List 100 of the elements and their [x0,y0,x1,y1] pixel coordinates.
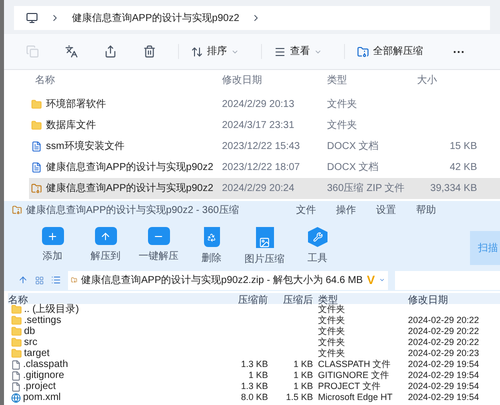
file-name: target [24,348,50,359]
type-cell-text: Microsoft Edge HT [317,392,394,403]
date-cell-text: 2024-02-29 20:22 [407,326,480,337]
list-icon [51,275,61,285]
file-name: .project [23,381,56,392]
type-cell-text: 文件夹 [317,304,346,315]
file-name: 健康信息查询APP的设计与实现p90z2 [46,160,214,175]
file-row[interactable]: 数据库文件 2024/3/17 23:31 文件夹 [29,115,500,136]
tool-button[interactable]: 删除 [185,227,238,266]
tool-button[interactable]: 图片压缩 [238,227,291,267]
date-cell-text: 2024-02-29 19:54 [407,392,480,403]
file-name: .classpath [23,359,68,370]
path-field[interactable]: 健康信息查询APP的设计与实现p90z2.zip - 解包大小为 64.6 MB V [68,270,388,290]
file-row[interactable]: 健康信息查询APP的设计与实现p90z2 2023/12/22 18:07 DOCX 文档 42 KB [29,157,500,178]
file-row[interactable]: 环境部署软件 2024/2/29 20:13 文件夹 [29,94,500,115]
image-icon [256,227,274,248]
folder-upload-icon [94,227,116,245]
tool-button[interactable]: 解压到 [79,227,132,264]
file-name: pom.xml [23,392,61,403]
file-name: ssm环境安装文件 [46,140,124,154]
folder-minus-icon [148,227,170,245]
folder-icon [11,326,22,337]
tool-button[interactable]: 一键解压 [132,227,185,264]
file-icon [11,370,21,380]
size-cell-text: 42 KB [448,161,477,175]
type-cell-text: CLASSPATH 文件 [317,359,392,370]
file-name: 健康信息查询APP的设计与实现p90z2 [46,182,214,196]
type-cell-text: PROJECT 文件 [317,381,382,392]
archive-row[interactable]: .classpath 1.3 KB 1 KB CLASSPATH 文件 2024-02-29 19:54 [8,359,500,370]
archive-row[interactable]: src 文件夹 2024-02-29 20:22 [8,337,500,348]
type-cell-text: 文件夹 [327,118,358,133]
search-field[interactable] [395,270,500,290]
copy-icon [26,45,39,58]
toolbar-button[interactable]: 查看 [261,44,326,59]
file-row[interactable]: 健康信息查询APP的设计与实现p90z2 2024/2/29 20:24 360压缩 ZIP 文件 39,334 KB [29,178,500,199]
size-cell-text: 15 KB [448,140,477,154]
date-cell-text: 2024-02-29 20:23 [407,348,480,359]
menu-item[interactable]: 操作 [336,202,356,218]
date-cell-text: 2023/12/22 18:07 [222,161,301,175]
column-header[interactable]: 类型 [327,72,417,88]
path-text: 健康信息查询APP的设计与实现p90z2.zip - 解包大小为 64.6 MB [81,274,363,288]
document-icon [31,162,42,173]
archive-icon [71,275,78,285]
up-arrow-icon [18,275,28,285]
computer-icon [26,12,38,24]
file-name: 数据库文件 [46,118,96,133]
type-cell-text: DOCX 文档 [327,160,380,175]
archive-row[interactable]: .project 1.3 KB 1 KB PROJECT 文件 2024-02-29 19:54 [8,381,500,392]
lines-icon [274,46,286,58]
size-cell-text: 1.3 KB [240,359,269,370]
menu-item[interactable]: 设置 [376,202,396,218]
date-cell-text: 2024/3/17 23:31 [222,119,296,133]
toolbar-button[interactable]: 全部解压缩 [344,44,427,59]
date-cell-text: 2024/2/29 20:13 [222,98,296,112]
window-title: 健康信息查询APP的设计与实现p90z2 - 360压缩 [26,204,240,218]
toolbar-button[interactable]: 排序 [178,44,243,59]
file-name: db [24,326,36,337]
archive-icon [357,46,369,58]
date-cell-text: 2023/12/22 15:43 [222,140,301,154]
type-cell-text: 文件夹 [317,348,346,359]
tool-button[interactable]: 工具 [291,227,344,266]
size-cell-text: 1 KB [292,359,314,370]
archive-icon [31,183,42,194]
folder-icon [11,337,22,348]
archive-row[interactable]: .gitignore 1 KB 1 KB GITIGNORE 文件 2024-02-29 19:54 [8,370,500,381]
menu-item[interactable]: 文件 [296,202,316,218]
type-cell-text: DOCX 文档 [327,140,380,154]
type-cell-text: 文件夹 [317,326,346,337]
bin-icon [204,227,220,247]
column-header[interactable]: 大小 [417,72,477,88]
date-cell-text: 2024-02-29 19:54 [407,359,480,370]
size-cell-text: 39,334 KB [429,182,477,196]
rename-icon [65,45,78,58]
type-cell-text: 360压缩 ZIP 文件 [327,182,406,196]
type-cell-text: GITIGNORE 文件 [317,370,390,381]
archive-row[interactable]: pom.xml 8.0 KB 1.5 KB Microsoft Edge HT 2024-02-29 19:54 [8,392,500,403]
archive-row[interactable]: target 文件夹 2024-02-29 20:23 [8,348,500,359]
folder-icon [11,348,22,359]
share-icon [104,45,117,58]
file-icon [11,382,21,392]
folder-icon [31,120,42,131]
file-row[interactable]: ssm环境安装文件 2023/12/22 15:43 DOCX 文档 15 KB [29,136,500,157]
archive-row[interactable]: .settings 文件夹 2024-02-29 20:22 [8,315,500,326]
menu-item[interactable]: 帮助 [416,202,436,218]
type-cell-text: 文件夹 [327,98,358,112]
date-cell-text: 2024/2/29 20:24 [222,182,296,196]
grid-icon [35,276,44,284]
column-header[interactable]: 修改日期 [222,72,327,88]
v-mark-label: V [366,273,375,287]
file-name: .settings [24,315,62,326]
file-name: .. (上级目录) [24,304,79,315]
more-button[interactable]: ··· [445,42,473,60]
file-name: 环境部署软件 [46,98,106,112]
size-cell-text: 8.0 KB [240,392,269,403]
archive-row[interactable]: db 文件夹 2024-02-29 20:22 [8,326,500,337]
trash-icon [143,45,156,58]
tool-button[interactable]: 添加 [26,227,79,264]
folder-icon [11,304,22,315]
folder-icon [11,315,22,326]
column-header[interactable]: 名称 [29,72,222,88]
